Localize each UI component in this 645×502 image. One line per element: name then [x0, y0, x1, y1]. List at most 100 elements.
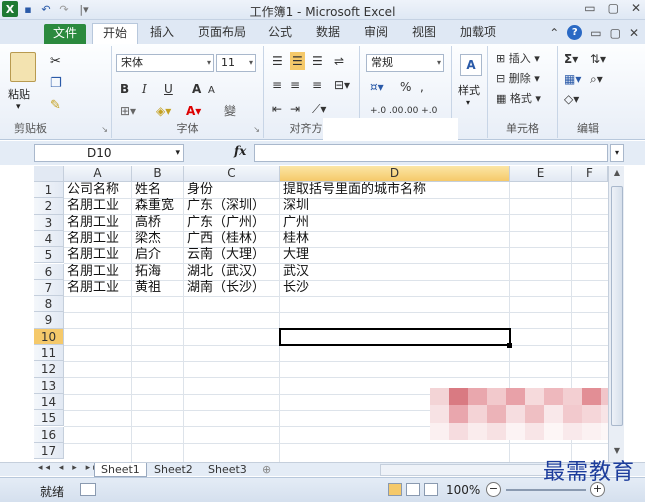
cut-icon[interactable]: ✂	[50, 54, 61, 69]
cell-c4[interactable]: 广西（桂林）	[184, 231, 280, 247]
row-header[interactable]: 15	[34, 410, 64, 427]
paste-button[interactable]: 粘贴	[8, 86, 30, 102]
tab-data[interactable]: 数据	[310, 23, 346, 44]
align-bottom-icon[interactable]: ☰	[312, 52, 323, 70]
number-format-select[interactable]: 常规 ▾	[366, 54, 444, 72]
row-header[interactable]: 7	[34, 279, 64, 297]
cell-a2[interactable]: 名朋工业	[64, 198, 132, 214]
row-header[interactable]: 1	[34, 182, 64, 199]
cell-b6[interactable]: 拓海	[132, 264, 184, 280]
align-center-icon[interactable]: ≡	[290, 76, 300, 94]
font-color-icon[interactable]: A▾	[186, 102, 201, 120]
tab-formulas[interactable]: 公式	[262, 23, 298, 44]
row-header[interactable]: 14	[34, 393, 64, 411]
row-header[interactable]: 2	[34, 198, 64, 215]
macro-record-icon[interactable]	[80, 483, 96, 496]
normal-view-icon[interactable]	[388, 483, 402, 496]
row-header[interactable]: 11	[34, 345, 64, 362]
delete-cells-button[interactable]: ⊟ 删除 ▾	[496, 70, 540, 88]
sheet-tab-1[interactable]: Sheet1	[94, 463, 147, 477]
help-icon[interactable]: ?	[567, 25, 583, 40]
sheet-tab-2[interactable]: Sheet2	[148, 463, 199, 477]
cell-d1[interactable]: 提取括号里面的城市名称	[280, 182, 510, 198]
row-header[interactable]: 8	[34, 296, 64, 313]
cell-d4[interactable]: 桂林	[280, 231, 510, 247]
row-header[interactable]: 5	[34, 247, 64, 264]
scroll-thumb[interactable]	[611, 186, 623, 426]
doc-restore-icon[interactable]: ▢	[610, 26, 621, 40]
row-header[interactable]: 3	[34, 214, 64, 231]
comma-button[interactable]: ,	[420, 78, 424, 96]
sheet-nav-arrows[interactable]: ◂◂ ◂ ▸ ▸▸	[38, 463, 101, 473]
italic-button[interactable]: I	[142, 80, 147, 98]
cell-c5[interactable]: 云南（大理）	[184, 247, 280, 263]
cell-c2[interactable]: 广东（深圳）	[184, 198, 280, 214]
tab-addins[interactable]: 加载项	[454, 23, 502, 44]
insert-sheet-icon[interactable]: ⊕	[256, 463, 277, 477]
insert-cells-button[interactable]: ⊞ 插入 ▾	[496, 50, 540, 68]
border-icon[interactable]: ⊞▾	[120, 102, 136, 120]
cell-d6[interactable]: 武汉	[280, 264, 510, 280]
formula-input[interactable]	[254, 144, 608, 162]
collapse-ribbon-icon[interactable]: ⌃	[549, 26, 559, 40]
row-header[interactable]: 10	[34, 328, 64, 345]
doc-close-icon[interactable]: ✕	[629, 26, 639, 40]
bold-button[interactable]: B	[120, 80, 129, 98]
tab-insert[interactable]: 插入	[144, 23, 180, 44]
decrease-indent-icon[interactable]: ⇤	[272, 100, 282, 118]
font-expand-icon[interactable]: ↘	[253, 125, 260, 134]
phonetic-icon[interactable]: 變	[224, 102, 236, 120]
column-header-d[interactable]: D	[280, 166, 510, 182]
clipboard-expand-icon[interactable]: ↘	[101, 125, 108, 134]
grow-font-button[interactable]: A	[192, 80, 201, 98]
paste-dropdown-icon[interactable]: ▾	[16, 102, 21, 112]
row-header[interactable]: 16	[34, 426, 64, 443]
row-header[interactable]: 6	[34, 263, 64, 280]
doc-minimize-icon[interactable]: ▭	[590, 26, 601, 40]
shrink-font-button[interactable]: A	[208, 82, 215, 100]
cell-b1[interactable]: 姓名	[132, 182, 184, 198]
row-header[interactable]: 17	[34, 442, 64, 460]
percent-button[interactable]: %	[400, 78, 411, 96]
tab-file[interactable]: 文件	[44, 24, 86, 45]
format-cells-button[interactable]: ▦ 格式 ▾	[496, 90, 541, 108]
currency-icon[interactable]: ¤▾	[370, 78, 384, 96]
increase-indent-icon[interactable]: ⇥	[290, 100, 300, 118]
cell-c1[interactable]: 身份	[184, 182, 280, 198]
merge-icon[interactable]: ⊟▾	[334, 76, 350, 94]
tab-view[interactable]: 视图	[406, 23, 442, 44]
fill-icon[interactable]: ▦▾	[564, 70, 581, 88]
column-header-f[interactable]: F	[572, 166, 608, 182]
cell-b2[interactable]: 森重宽	[132, 198, 184, 214]
copy-icon[interactable]: ❐	[50, 76, 62, 91]
selected-cell-d10[interactable]	[279, 328, 511, 346]
cell-c6[interactable]: 湖北（武汉）	[184, 264, 280, 280]
page-break-view-icon[interactable]	[424, 483, 438, 496]
cell-b3[interactable]: 高桥	[132, 215, 184, 231]
select-all-corner[interactable]	[34, 166, 64, 182]
underline-button[interactable]: U	[164, 80, 173, 98]
sort-filter-icon[interactable]: ⇅▾	[590, 50, 606, 68]
cell-a7[interactable]: 名朋工业	[64, 280, 132, 296]
clear-icon[interactable]: ◇▾	[564, 90, 579, 108]
cell-a1[interactable]: 公司名称	[64, 182, 132, 198]
row-header[interactable]: 13	[34, 377, 64, 394]
find-select-icon[interactable]: ⌕▾	[590, 70, 603, 88]
scroll-up-icon[interactable]: ▲	[609, 168, 625, 182]
column-header-b[interactable]: B	[132, 166, 184, 182]
minimize-icon[interactable]: ▭	[584, 1, 595, 15]
format-painter-icon[interactable]: ✎	[50, 98, 61, 113]
vertical-scrollbar[interactable]: ▲ ▼	[608, 166, 624, 462]
cell-a4[interactable]: 名朋工业	[64, 231, 132, 247]
fill-handle[interactable]	[507, 343, 512, 348]
cell-a5[interactable]: 名朋工业	[64, 247, 132, 263]
align-top-icon[interactable]: ☰	[272, 52, 283, 70]
styles-button[interactable]: 样式	[458, 82, 480, 98]
orientation-icon[interactable]: ⟋▾	[312, 100, 326, 118]
styles-icon[interactable]: A	[460, 54, 482, 76]
insert-function-icon[interactable]: fx	[234, 144, 246, 158]
cell-a3[interactable]: 名朋工业	[64, 215, 132, 231]
close-icon[interactable]: ✕	[631, 1, 641, 15]
cell-d5[interactable]: 大理	[280, 247, 510, 263]
font-size-select[interactable]: 11 ▾	[216, 54, 256, 72]
